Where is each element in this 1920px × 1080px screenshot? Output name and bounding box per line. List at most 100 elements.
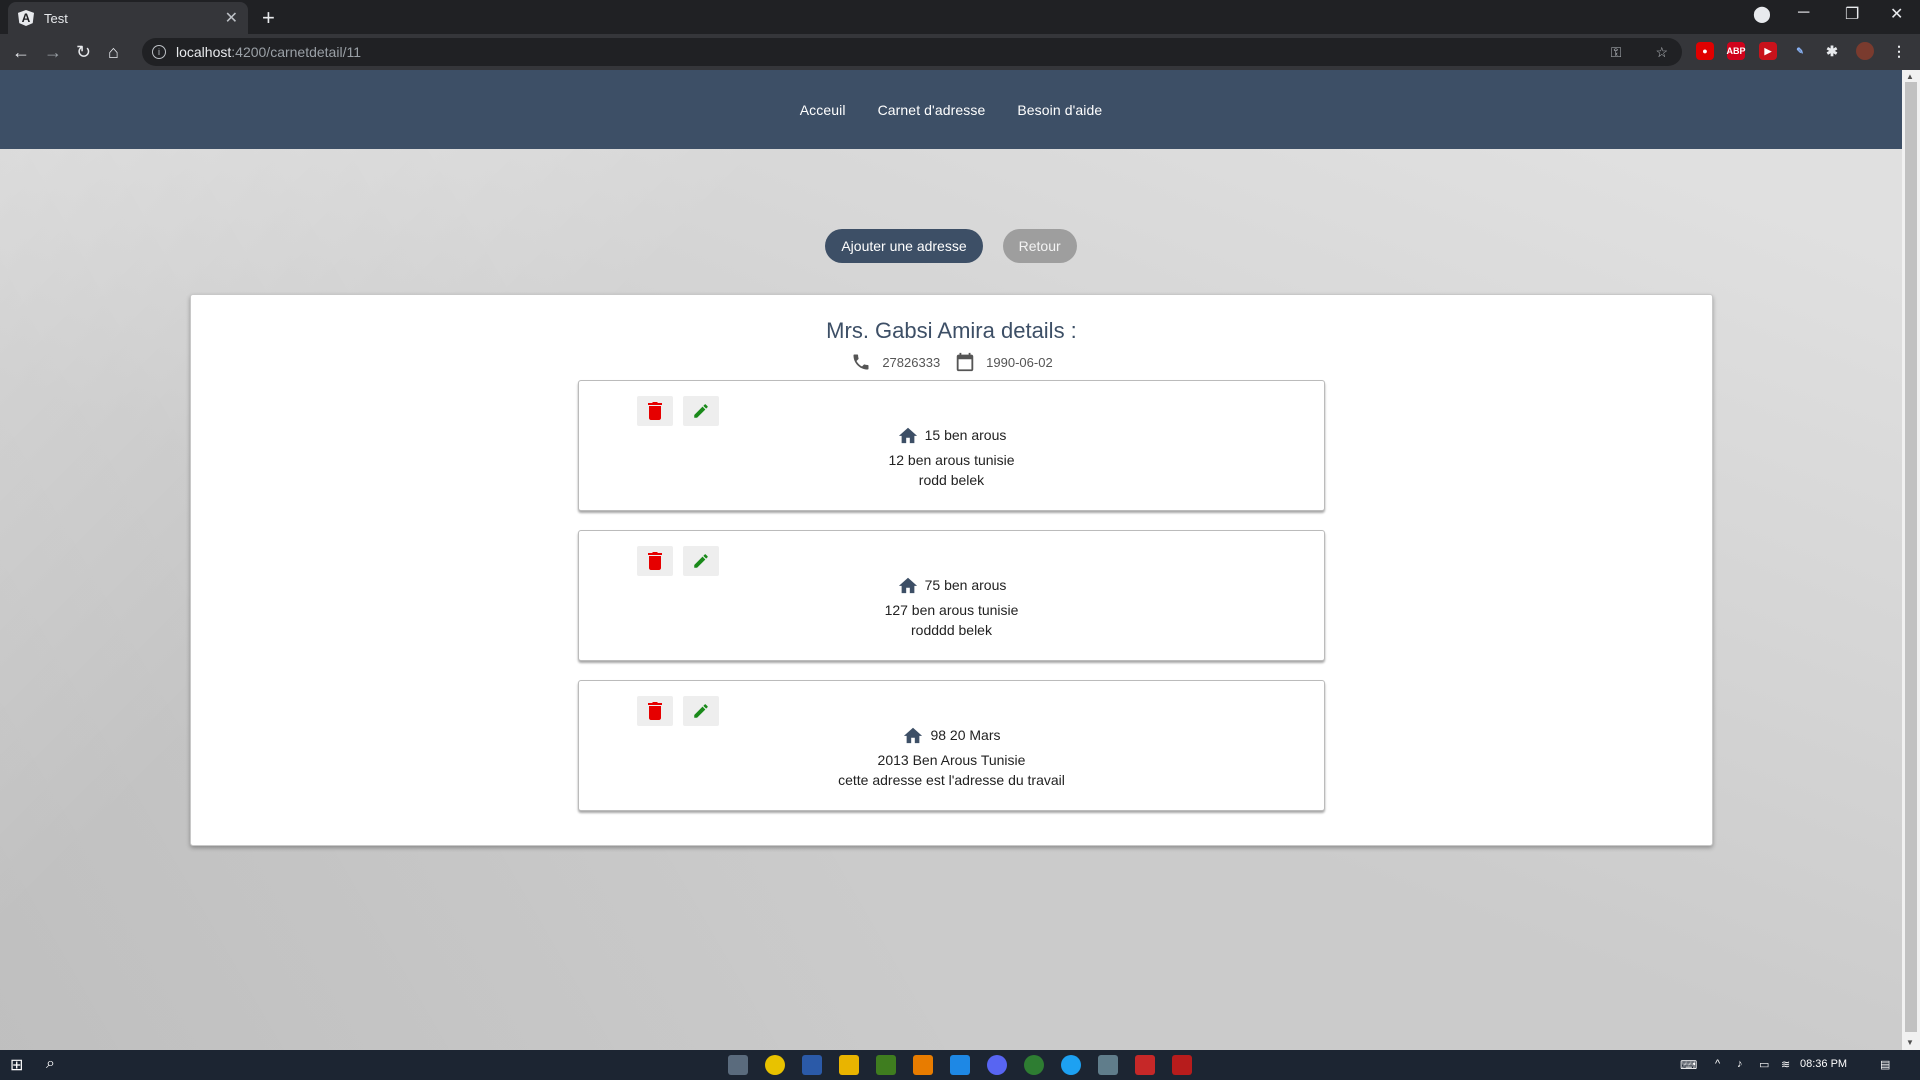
trash-icon (648, 552, 662, 570)
app-icon[interactable] (1135, 1055, 1155, 1075)
extensions-puzzle-icon[interactable]: ✱ (1823, 42, 1841, 60)
address-card: 98 20 Mars 2013 Ben Arous Tunisie cette … (578, 680, 1325, 811)
back-button[interactable]: Retour (1002, 229, 1077, 263)
app-icon[interactable] (1172, 1055, 1192, 1075)
url-host: localhost (176, 44, 232, 60)
volume-icon[interactable]: ♪ (1737, 1058, 1743, 1070)
address-body: 98 20 Mars 2013 Ben Arous Tunisie cette … (579, 725, 1324, 790)
tab-title: Test (44, 10, 68, 26)
scrollbar-thumb[interactable] (1905, 82, 1917, 1032)
address-card: 75 ben arous 127 ben arous tunisie roddd… (578, 530, 1325, 661)
calendar-icon (956, 352, 974, 372)
address-line1: 75 ben arous (924, 577, 1007, 593)
address-line3: cette adresse est l'adresse du travail (838, 772, 1065, 788)
pencil-icon (694, 704, 708, 718)
birth-date: 1990-06-02 (986, 354, 1053, 370)
profile-menu-icon[interactable]: ⬤ (1753, 4, 1771, 24)
address-line1: 15 ben arous (924, 427, 1007, 443)
browser-menu-icon[interactable]: ⋮ (1890, 42, 1908, 60)
site-info-icon[interactable]: i (152, 45, 166, 59)
trash-icon (648, 702, 662, 720)
home-icon (898, 427, 917, 444)
taskbar-clock[interactable]: 08:36 PM (1800, 1058, 1847, 1070)
add-address-button[interactable]: Ajouter une adresse (825, 229, 983, 263)
edit-button[interactable] (683, 396, 719, 426)
app-icon[interactable] (1061, 1055, 1081, 1075)
notifications-icon[interactable]: ▤ (1880, 1058, 1890, 1071)
tab-close-icon[interactable]: ✕ (225, 8, 238, 28)
address-card: 15 ben arous 12 ben arous tunisie rodd b… (578, 380, 1325, 511)
browser-toolbar: ← → ↻ ⌂ i localhost :4200/carnetdetail/1… (0, 34, 1920, 70)
address-line2: 12 ben arous tunisie (888, 452, 1015, 468)
details-card: Mrs. Gabsi Amira details : 27826333 1990… (190, 294, 1713, 846)
app-icon[interactable] (1098, 1055, 1118, 1075)
extension-icon[interactable]: ● (1696, 42, 1714, 60)
page-title: Mrs. Gabsi Amira details : (826, 318, 1077, 343)
scroll-up-icon[interactable]: ▲ (1906, 72, 1914, 81)
restore-icon[interactable]: ❐ (1845, 4, 1859, 24)
shield-icon[interactable] (802, 1055, 822, 1075)
address-actions (637, 696, 719, 726)
address-bar[interactable]: i localhost :4200/carnetdetail/11 ⚿ ☆ (142, 38, 1682, 66)
os-taskbar: ⊞ ⌕ ⌨ ^ ♪ ▭ ≋ 08:36 PM ▤ (0, 1050, 1920, 1080)
reload-icon[interactable]: ↻ (76, 42, 91, 63)
nav-carnet[interactable]: Carnet d'adresse (878, 102, 986, 118)
pencil-icon (694, 404, 708, 418)
new-tab-icon[interactable]: + (262, 5, 275, 31)
phone-icon (853, 354, 869, 370)
chrome-icon[interactable] (1024, 1055, 1044, 1075)
edit-button[interactable] (683, 546, 719, 576)
scroll-down-icon[interactable]: ▼ (1906, 1038, 1914, 1047)
extension-icon[interactable]: ▶ (1759, 42, 1777, 60)
app-icon[interactable] (876, 1055, 896, 1075)
pencil-icon (694, 554, 708, 568)
keyboard-icon[interactable]: ⌨ (1680, 1058, 1697, 1072)
edit-button[interactable] (683, 696, 719, 726)
avatar[interactable] (1856, 42, 1874, 60)
address-line1: 98 20 Mars (930, 727, 1001, 743)
vscode-icon[interactable] (950, 1055, 970, 1075)
home-icon[interactable]: ⌂ (108, 42, 119, 63)
app-icon[interactable] (765, 1055, 785, 1075)
delete-button[interactable] (637, 696, 673, 726)
angular-favicon-icon: A (18, 10, 34, 26)
app-navbar: Acceuil Carnet d'adresse Besoin d'aide (0, 70, 1902, 149)
page-viewport: Acceuil Carnet d'adresse Besoin d'aide A… (0, 70, 1902, 1050)
discord-icon[interactable] (987, 1055, 1007, 1075)
wifi-icon[interactable]: ≋ (1781, 1058, 1790, 1071)
adblock-extension-icon[interactable]: ABP (1727, 42, 1746, 60)
contact-info: 27826333 1990-06-02 (191, 351, 1712, 373)
trash-icon (648, 402, 662, 420)
back-icon[interactable]: ← (12, 42, 30, 63)
address-line2: 127 ben arous tunisie (884, 602, 1019, 618)
address-body: 75 ben arous 127 ben arous tunisie roddd… (579, 575, 1324, 640)
address-actions (637, 396, 719, 426)
phone-number: 27826333 (882, 354, 941, 370)
tray-expand-icon[interactable]: ^ (1715, 1058, 1720, 1070)
page-scrollbar[interactable]: ▲ ▼ (1902, 70, 1920, 1050)
key-icon[interactable]: ⚿ (1611, 44, 1622, 61)
windows-start-icon[interactable]: ⊞ (10, 1055, 23, 1075)
window-close-icon[interactable]: ✕ (1890, 4, 1903, 24)
browser-tab[interactable]: A Test ✕ (8, 2, 248, 34)
battery-icon[interactable]: ▭ (1759, 1058, 1769, 1071)
address-line3: rodddd belek (911, 622, 992, 638)
nav-acceuil[interactable]: Acceuil (800, 102, 846, 118)
action-buttons: Ajouter une adresse Retour (0, 229, 1902, 263)
delete-button[interactable] (637, 396, 673, 426)
delete-button[interactable] (637, 546, 673, 576)
nav-aide[interactable]: Besoin d'aide (1017, 102, 1102, 118)
address-line2: 2013 Ben Arous Tunisie (877, 752, 1026, 768)
pen-extension-icon[interactable]: ✎ (1791, 42, 1809, 60)
search-icon[interactable]: ⌕ (46, 1055, 55, 1073)
minimize-icon[interactable]: ─ (1798, 4, 1809, 22)
home-icon (898, 577, 917, 594)
address-actions (637, 546, 719, 576)
address-body: 15 ben arous 12 ben arous tunisie rodd b… (579, 425, 1324, 490)
app-icon[interactable] (728, 1055, 748, 1075)
forward-icon[interactable]: → (44, 42, 62, 63)
vlc-icon[interactable] (913, 1055, 933, 1075)
folder-icon[interactable] (839, 1055, 859, 1075)
bookmark-star-icon[interactable]: ☆ (1655, 44, 1668, 61)
url-path: :4200/carnetdetail/11 (231, 44, 361, 60)
